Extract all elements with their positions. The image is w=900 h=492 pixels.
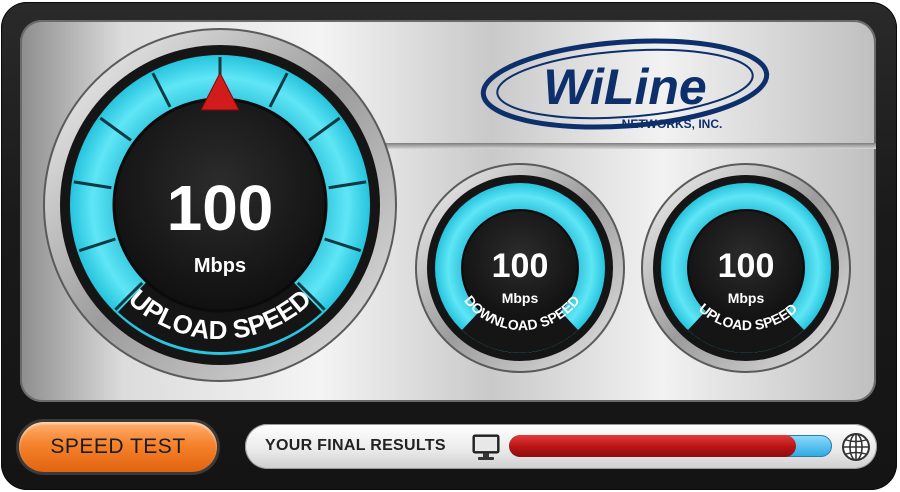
upload-gauge-value: 100 <box>718 247 775 285</box>
gauges-layer: 100 Mbps UPLOAD SPEED 100 Mbps DOWNLOAD … <box>43 28 851 382</box>
download-gauge-unit: Mbps <box>502 290 539 306</box>
logo-wordmark: WiLine <box>543 59 706 115</box>
monitor-icon <box>472 434 500 460</box>
main-gauge-unit: Mbps <box>194 255 246 277</box>
results-progress-fill <box>509 435 797 457</box>
results-bar: YOUR FINAL RESULTS <box>245 424 877 469</box>
speed-test-widget: 100 Mbps UPLOAD SPEED 100 Mbps DOWNLOAD … <box>0 0 900 492</box>
globe-icon <box>842 433 870 461</box>
download-gauge: 100 Mbps DOWNLOAD SPEED <box>415 163 625 373</box>
results-label: YOUR FINAL RESULTS <box>265 437 446 454</box>
logo-subtitle: NETWORKS, INC. <box>622 117 723 131</box>
download-gauge-value: 100 <box>492 247 549 285</box>
main-gauge: 100 Mbps UPLOAD SPEED <box>43 28 397 382</box>
wiline-logo: WiLine NETWORKS, INC. <box>480 38 770 131</box>
upload-gauge-unit: Mbps <box>728 290 765 306</box>
main-gauge-value: 100 <box>167 172 274 244</box>
speed-test-button[interactable]: SPEED TEST <box>19 422 217 472</box>
results-progress <box>509 435 832 457</box>
upload-gauge: 100 Mbps UPLOAD SPEED <box>641 163 851 373</box>
